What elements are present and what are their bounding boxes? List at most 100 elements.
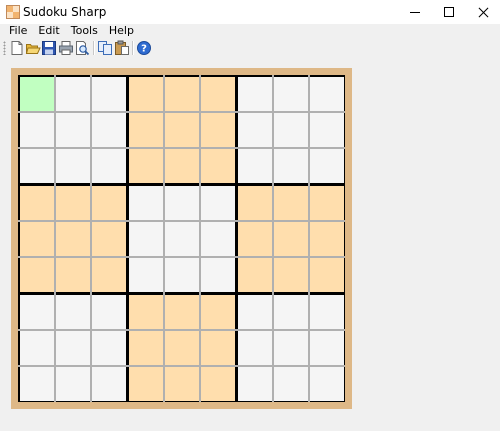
grid-cell[interactable]	[165, 258, 199, 292]
minimize-button[interactable]	[398, 0, 432, 24]
grid-cell[interactable]	[201, 222, 235, 256]
grid-cell[interactable]	[310, 186, 344, 220]
grid-cell[interactable]	[310, 113, 344, 147]
grid-cell[interactable]	[165, 149, 199, 183]
grid-cell[interactable]	[201, 186, 235, 220]
grid-cell[interactable]	[129, 113, 163, 147]
grid-cell[interactable]	[56, 113, 90, 147]
grid-cell[interactable]	[92, 113, 126, 147]
grid-cell[interactable]	[20, 258, 54, 292]
selected-cell[interactable]	[20, 77, 54, 111]
grid-cell[interactable]	[56, 367, 90, 401]
grid-cell[interactable]	[238, 258, 272, 292]
grid-cell[interactable]	[56, 295, 90, 329]
grid-cell[interactable]	[129, 258, 163, 292]
grid-cell[interactable]	[238, 113, 272, 147]
open-button[interactable]	[25, 40, 41, 56]
grid-cell[interactable]	[310, 77, 344, 111]
grid-cell[interactable]	[274, 258, 308, 292]
grid-cell[interactable]	[274, 331, 308, 365]
menu-tools[interactable]: Tools	[66, 24, 104, 38]
grid-cell[interactable]	[92, 331, 126, 365]
grid-cell[interactable]	[310, 331, 344, 365]
grid-cell[interactable]	[129, 367, 163, 401]
grid-cell[interactable]	[92, 295, 126, 329]
grid-cell[interactable]	[165, 186, 199, 220]
grid-cell[interactable]	[92, 77, 126, 111]
grid-cell[interactable]	[92, 222, 126, 256]
print-preview-button[interactable]	[74, 40, 90, 56]
grid-cell[interactable]	[92, 258, 126, 292]
grid-cell[interactable]	[201, 295, 235, 329]
grid-cell[interactable]	[165, 295, 199, 329]
grid-cell[interactable]	[238, 331, 272, 365]
toolbar-grip[interactable]	[3, 41, 6, 55]
grid-cell[interactable]	[310, 295, 344, 329]
grid-cell[interactable]	[20, 331, 54, 365]
save-icon	[42, 41, 56, 55]
grid-cell[interactable]	[238, 77, 272, 111]
title-bar[interactable]: Sudoku Sharp	[0, 0, 500, 24]
grid-cell[interactable]	[201, 149, 235, 183]
grid-cell[interactable]	[129, 186, 163, 220]
grid-cell[interactable]	[56, 186, 90, 220]
new-button[interactable]	[9, 40, 25, 56]
grid-cell[interactable]	[238, 295, 272, 329]
grid-cell[interactable]	[310, 258, 344, 292]
grid-cell[interactable]	[310, 367, 344, 401]
grid-cell[interactable]	[201, 367, 235, 401]
grid-cell[interactable]	[274, 367, 308, 401]
grid-cell[interactable]	[238, 186, 272, 220]
grid-cell[interactable]	[310, 222, 344, 256]
grid-cell[interactable]	[165, 77, 199, 111]
grid-cell[interactable]	[20, 149, 54, 183]
grid-cell[interactable]	[238, 367, 272, 401]
grid-cell[interactable]	[165, 331, 199, 365]
grid-cell[interactable]	[165, 113, 199, 147]
grid-cell[interactable]	[238, 149, 272, 183]
grid-cell[interactable]	[56, 258, 90, 292]
menu-file[interactable]: File	[0, 24, 33, 38]
grid-cell[interactable]	[165, 222, 199, 256]
grid-cell[interactable]	[201, 77, 235, 111]
paste-button[interactable]	[114, 40, 130, 56]
print-button[interactable]	[58, 40, 74, 56]
grid-cell[interactable]	[56, 77, 90, 111]
grid-cell[interactable]	[274, 186, 308, 220]
grid-cell[interactable]	[201, 113, 235, 147]
grid-cell[interactable]	[129, 77, 163, 111]
grid-cell[interactable]	[20, 186, 54, 220]
grid-cell[interactable]	[20, 295, 54, 329]
menu-edit[interactable]: Edit	[33, 24, 65, 38]
grid-cell[interactable]	[129, 331, 163, 365]
close-button[interactable]	[466, 0, 500, 24]
grid-cell[interactable]	[201, 258, 235, 292]
grid-cell[interactable]	[310, 149, 344, 183]
save-button[interactable]	[41, 40, 57, 56]
grid-cell[interactable]	[129, 149, 163, 183]
sudoku-app-icon[interactable]	[6, 5, 20, 19]
grid-cell[interactable]	[201, 331, 235, 365]
grid-cell[interactable]	[92, 367, 126, 401]
grid-cell[interactable]	[56, 149, 90, 183]
grid-cell[interactable]	[274, 77, 308, 111]
grid-cell[interactable]	[129, 295, 163, 329]
menu-help[interactable]: Help	[104, 24, 140, 38]
grid-cell[interactable]	[238, 222, 272, 256]
grid-cell[interactable]	[56, 331, 90, 365]
help-button[interactable]: ?	[136, 40, 152, 56]
grid-cell[interactable]	[274, 113, 308, 147]
grid-cell[interactable]	[274, 149, 308, 183]
grid-cell[interactable]	[92, 149, 126, 183]
grid-cell[interactable]	[20, 367, 54, 401]
grid-cell[interactable]	[165, 367, 199, 401]
grid-cell[interactable]	[20, 113, 54, 147]
grid-cell[interactable]	[274, 222, 308, 256]
maximize-button[interactable]	[432, 0, 466, 24]
copy-button[interactable]	[97, 40, 113, 56]
grid-cell[interactable]	[129, 222, 163, 256]
grid-cell[interactable]	[56, 222, 90, 256]
grid-cell[interactable]	[274, 295, 308, 329]
grid-cell[interactable]	[92, 186, 126, 220]
grid-cell[interactable]	[20, 222, 54, 256]
